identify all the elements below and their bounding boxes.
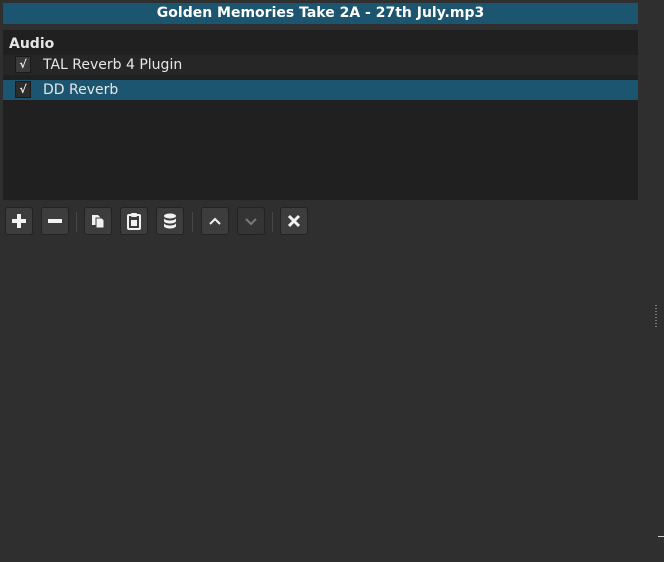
copy-filters-button[interactable] xyxy=(84,207,112,235)
filters-window: Golden Memories Take 2A - 27th July.mp3 … xyxy=(0,0,664,562)
move-up-button[interactable] xyxy=(201,207,229,235)
filter-row-selected[interactable]: √ DD Reverb xyxy=(3,80,638,100)
add-filter-button[interactable] xyxy=(5,207,33,235)
database-icon xyxy=(164,213,176,229)
paste-filters-button[interactable] xyxy=(120,207,148,235)
resize-handle[interactable] xyxy=(655,305,657,327)
deselect-button[interactable] xyxy=(280,207,308,235)
filter-enable-checkbox[interactable]: √ xyxy=(15,56,31,73)
group-header-audio: Audio xyxy=(9,36,55,52)
paste-icon xyxy=(127,213,141,230)
close-icon xyxy=(287,214,301,228)
toolbar-separator xyxy=(76,212,77,232)
clip-title: Golden Memories Take 2A - 27th July.mp3 xyxy=(3,3,638,24)
filter-list[interactable]: Audio √ TAL Reverb 4 Plugin √ DD Reverb xyxy=(3,30,638,200)
chevron-down-icon xyxy=(245,218,257,226)
filter-row[interactable]: √ TAL Reverb 4 Plugin xyxy=(3,55,638,75)
corner-mark xyxy=(658,536,664,537)
filter-label: DD Reverb xyxy=(43,82,119,98)
filter-label: TAL Reverb 4 Plugin xyxy=(43,57,183,73)
presets-button[interactable] xyxy=(156,207,184,235)
toolbar-separator xyxy=(272,212,273,232)
copy-icon xyxy=(92,215,105,229)
remove-filter-button[interactable] xyxy=(41,207,69,235)
move-down-button[interactable] xyxy=(237,207,265,235)
filter-toolbar xyxy=(0,204,664,240)
toolbar-separator xyxy=(192,212,193,232)
plus-icon xyxy=(12,214,26,228)
filter-enable-checkbox[interactable]: √ xyxy=(15,81,31,98)
minus-icon xyxy=(48,219,62,223)
chevron-up-icon xyxy=(209,217,221,225)
